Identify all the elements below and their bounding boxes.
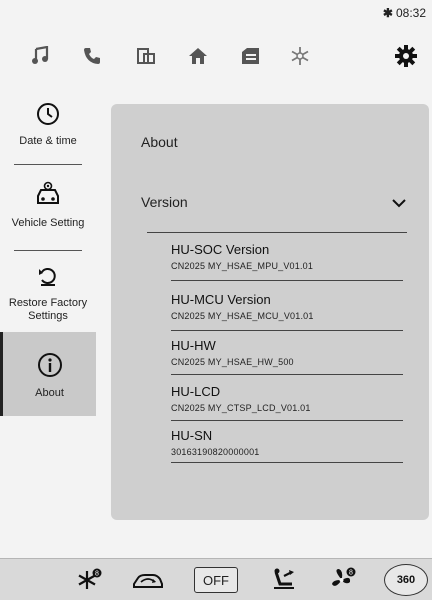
clock-icon bbox=[36, 102, 60, 129]
top-nav bbox=[0, 40, 432, 76]
version-item-soc: HU-SOC Version CN2025 MY_HSAE_MPU_V01.01 bbox=[171, 242, 403, 281]
version-underline bbox=[171, 330, 403, 331]
sidebar-item-about[interactable]: About bbox=[0, 332, 96, 416]
settings-screen: ✱ 08:32 Date & time Vehicle Setting Rest… bbox=[0, 0, 432, 600]
settings-gear-icon[interactable] bbox=[390, 40, 422, 72]
chevron-down-icon bbox=[391, 196, 407, 214]
camera-360-button[interactable]: 360 bbox=[384, 564, 432, 596]
version-item-hw: HU-HW CN2025 MY_HSAE_HW_500 bbox=[171, 338, 403, 375]
sidebar-item-label: Restore Factory Settings bbox=[8, 297, 88, 322]
info-icon bbox=[37, 352, 63, 381]
home-icon[interactable] bbox=[182, 40, 214, 72]
svg-text:8: 8 bbox=[349, 570, 353, 577]
sidebar-item-label: Vehicle Setting bbox=[11, 217, 85, 229]
vehicle-card-icon[interactable] bbox=[234, 40, 266, 72]
version-name: HU-LCD bbox=[171, 384, 221, 399]
car-gear-icon bbox=[34, 180, 62, 211]
version-underline bbox=[171, 420, 403, 421]
sidebar-divider bbox=[14, 164, 82, 165]
version-name: HU-HW bbox=[171, 338, 216, 353]
page-title: About bbox=[141, 134, 178, 150]
version-value: CN2025 MY_HSAE_HW_500 bbox=[171, 357, 294, 367]
phone-icon[interactable] bbox=[76, 40, 108, 72]
off-button[interactable]: OFF bbox=[192, 565, 240, 595]
about-panel: About Version HU-SOC Version CN2025 MY_H… bbox=[111, 104, 429, 520]
version-divider bbox=[147, 232, 407, 233]
version-underline bbox=[171, 374, 403, 375]
camera-360-label: 360 bbox=[384, 564, 428, 596]
sidebar-item-date-time[interactable]: Date & time bbox=[0, 102, 96, 158]
off-button-label: OFF bbox=[194, 567, 238, 593]
sidebar-item-restore-factory[interactable]: Restore Factory Settings bbox=[0, 264, 96, 326]
sidebar-item-label: Date & time bbox=[19, 135, 77, 147]
fan-icon[interactable]: 8 bbox=[328, 565, 358, 595]
seat-airflow-icon[interactable] bbox=[268, 565, 302, 595]
version-underline bbox=[171, 462, 403, 463]
bluetooth-icon: ✱ bbox=[382, 6, 393, 20]
version-name: HU-SN bbox=[171, 428, 213, 443]
svg-text:8: 8 bbox=[95, 571, 99, 578]
version-underline bbox=[171, 280, 403, 281]
restore-icon bbox=[36, 264, 60, 291]
sidebar-item-label: About bbox=[35, 387, 64, 399]
car-recirculation-icon[interactable] bbox=[130, 565, 166, 595]
status-bar: ✱ 08:32 bbox=[383, 6, 426, 20]
version-value: CN2025 MY_HSAE_MPU_V01.01 bbox=[171, 261, 314, 271]
version-item-lcd: HU-LCD CN2025 MY_CTSP_LCD_V01.01 bbox=[171, 384, 403, 421]
music-icon[interactable] bbox=[24, 40, 56, 72]
version-name: HU-MCU Version bbox=[171, 292, 271, 307]
version-name: HU-SOC Version bbox=[171, 242, 270, 257]
screen-mirror-icon[interactable] bbox=[130, 40, 162, 72]
defrost-icon[interactable]: 8 bbox=[74, 565, 104, 595]
climate-bottom-bar: 8 OFF 8 360 bbox=[0, 558, 432, 600]
settings-sidebar: Date & time Vehicle Setting Restore Fact… bbox=[0, 92, 96, 422]
sidebar-item-vehicle-setting[interactable]: Vehicle Setting bbox=[0, 180, 96, 236]
version-label: Version bbox=[141, 194, 188, 210]
climate-icon[interactable] bbox=[284, 40, 316, 72]
version-value: 30163190820000001 bbox=[171, 447, 260, 457]
version-dropdown[interactable]: Version bbox=[141, 194, 407, 218]
version-item-mcu: HU-MCU Version CN2025 MY_HSAE_MCU_V01.01 bbox=[171, 292, 403, 331]
version-value: CN2025 MY_HSAE_MCU_V01.01 bbox=[171, 311, 314, 321]
version-item-sn: HU-SN 30163190820000001 bbox=[171, 428, 403, 463]
sidebar-divider bbox=[14, 250, 82, 251]
version-value: CN2025 MY_CTSP_LCD_V01.01 bbox=[171, 403, 311, 413]
status-time: 08:32 bbox=[395, 6, 426, 20]
